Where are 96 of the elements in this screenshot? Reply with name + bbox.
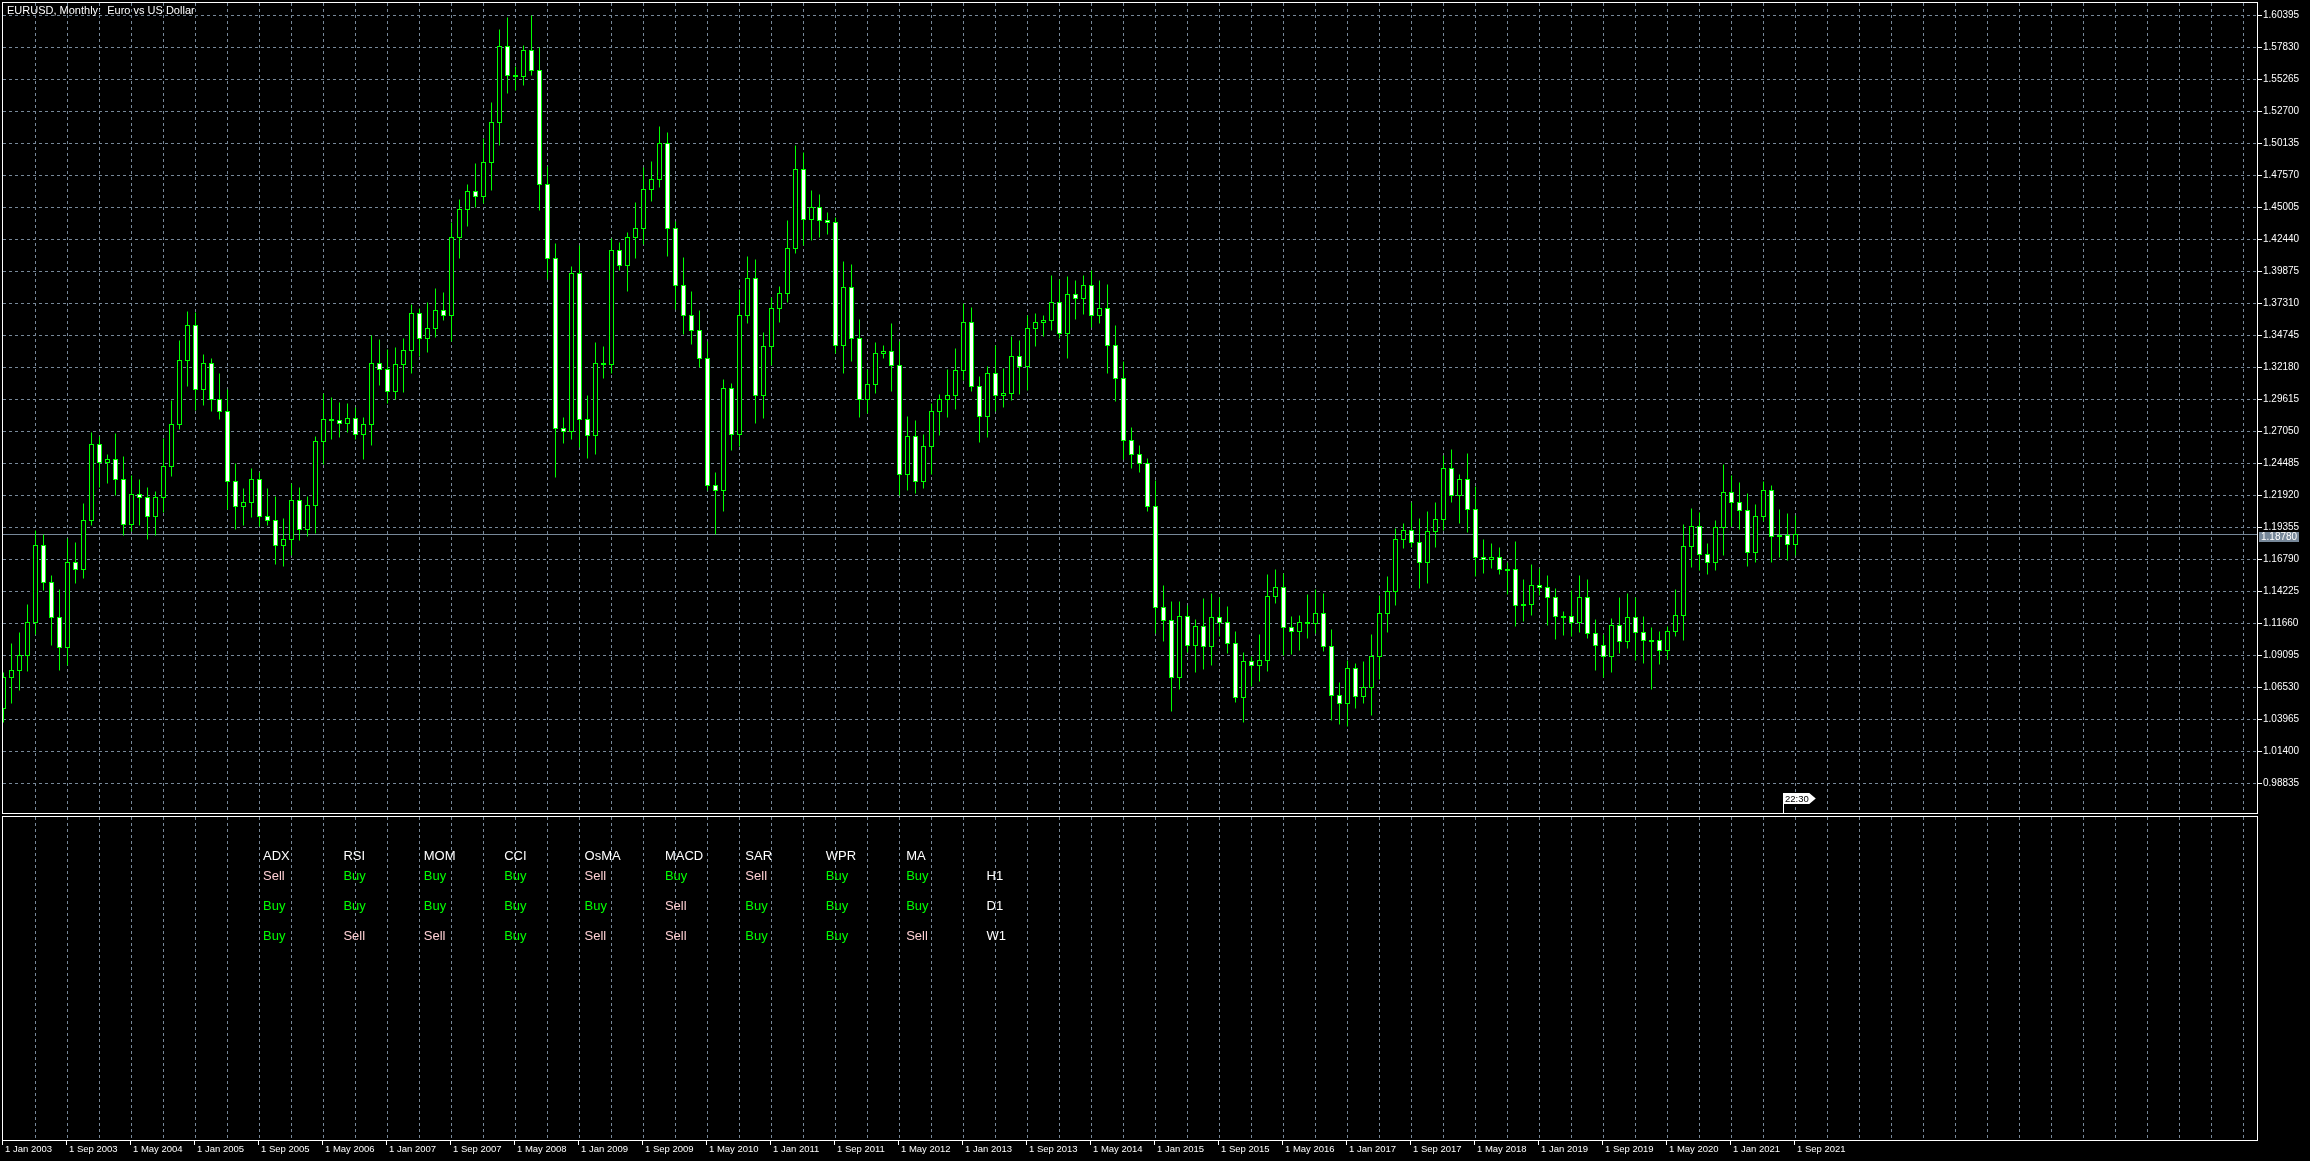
current-price-label: 1.18780 xyxy=(2259,532,2300,542)
timeframe-label: W1 xyxy=(986,928,1006,944)
signal-label: Buy xyxy=(825,928,849,944)
indicator-header: WPR xyxy=(825,848,857,864)
signal-label: Buy xyxy=(745,898,768,914)
time-axis-label: 1 Jan 2009 xyxy=(581,1142,628,1155)
signal-label: Sell xyxy=(664,928,687,944)
signal-label: Sell xyxy=(423,928,446,944)
time-axis-label: 1 Sep 2021 xyxy=(1797,1142,1846,1155)
indicator-header: OsMA xyxy=(584,848,621,864)
signal-label: Sell xyxy=(906,928,928,944)
signal-label: Sell xyxy=(745,868,768,884)
signal-label: Buy xyxy=(825,898,849,914)
price-axis-label: 1.03965 xyxy=(2263,714,2300,724)
time-axis-label: 1 May 2008 xyxy=(517,1142,567,1155)
time-axis-label: 1 May 2004 xyxy=(133,1142,183,1155)
indicator-header: SAR xyxy=(745,848,773,864)
time-axis-label: 1 Jan 2019 xyxy=(1541,1142,1588,1155)
price-axis-label: 1.34745 xyxy=(2263,330,2300,340)
time-axis-label: 1 Sep 2017 xyxy=(1413,1142,1462,1155)
price-axis-label: 1.45005 xyxy=(2263,202,2300,212)
signal-label: Sell xyxy=(664,898,687,914)
time-axis-label: 1 Jan 2021 xyxy=(1733,1142,1780,1155)
time-axis-label: 1 Sep 2009 xyxy=(645,1142,694,1155)
price-axis-label: 1.47570 xyxy=(2263,170,2300,180)
time-marker-label: 22:30 xyxy=(1783,793,1816,813)
signal-label: Buy xyxy=(504,898,527,914)
price-axis-label: 1.24485 xyxy=(2263,458,2300,468)
signal-label: Buy xyxy=(745,928,768,944)
price-axis-label: 1.37310 xyxy=(2263,298,2300,308)
indicator-header: MACD xyxy=(664,848,704,864)
indicator-header: MA xyxy=(906,848,926,864)
price-axis-label: 1.27050 xyxy=(2263,426,2300,436)
time-axis-label: 1 Sep 2013 xyxy=(1029,1142,1078,1155)
price-axis-label: 1.01400 xyxy=(2263,746,2300,756)
price-axis-label: 1.42440 xyxy=(2263,234,2300,244)
signal-label: Buy xyxy=(906,898,929,914)
price-axis-label: 1.32180 xyxy=(2263,362,2300,372)
time-axis-label: 1 May 2014 xyxy=(1093,1142,1143,1155)
time-axis-label: 1 Sep 2007 xyxy=(453,1142,502,1155)
time-axis-label: 1 May 2020 xyxy=(1669,1142,1719,1155)
price-axis-label: 1.39875 xyxy=(2263,266,2300,276)
price-axis-label: 1.29615 xyxy=(2263,394,2300,404)
indicator-header: CCI xyxy=(504,848,527,864)
price-axis-label: 1.50135 xyxy=(2263,138,2300,148)
signal-label: Buy xyxy=(343,898,366,914)
time-axis-label: 1 Jan 2015 xyxy=(1157,1142,1204,1155)
price-axis-label: 1.55265 xyxy=(2263,74,2300,84)
signal-label: Buy xyxy=(263,928,286,944)
signal-label: Buy xyxy=(584,898,607,914)
price-axis-label: 1.21920 xyxy=(2263,490,2300,500)
time-axis-label: 1 Jan 2013 xyxy=(965,1142,1012,1155)
price-axis-label: 1.09095 xyxy=(2263,650,2300,660)
time-axis-label: 1 May 2018 xyxy=(1477,1142,1527,1155)
price-axis-label: 1.06530 xyxy=(2263,682,2300,692)
signal-label: Buy xyxy=(423,898,447,914)
time-axis-label: 1 Sep 2019 xyxy=(1605,1142,1654,1155)
time-axis-label: 1 May 2012 xyxy=(901,1142,951,1155)
signal-label: Sell xyxy=(343,928,366,944)
time-axis-label: 1 Jan 2003 xyxy=(5,1142,52,1155)
timeframe-label: D1 xyxy=(986,898,1004,914)
signal-label: Buy xyxy=(825,868,849,884)
signal-label: Buy xyxy=(343,868,366,884)
price-axis-label: 0.98835 xyxy=(2263,778,2300,788)
time-axis-label: 1 Jan 2005 xyxy=(197,1142,244,1155)
time-axis-label: 1 May 2006 xyxy=(325,1142,375,1155)
time-axis-label: 1 May 2016 xyxy=(1285,1142,1335,1155)
time-axis-label: 1 Sep 2005 xyxy=(261,1142,310,1155)
signal-label: Buy xyxy=(423,868,447,884)
price-axis-label: 1.60395 xyxy=(2263,10,2300,20)
indicator-header: ADX xyxy=(263,848,290,864)
signal-label: Sell xyxy=(584,868,607,884)
price-axis-label: 1.16790 xyxy=(2263,554,2300,564)
price-axis-label: 1.11660 xyxy=(2263,618,2299,628)
chart-title: EURUSD, Monthly: Euro vs US Dollar xyxy=(7,4,195,17)
signal-label: Buy xyxy=(664,868,688,884)
signal-label: Sell xyxy=(263,868,285,884)
indicator-header: RSI xyxy=(343,848,366,864)
price-axis-label: 1.52700 xyxy=(2263,106,2300,116)
time-axis-label: 1 May 2010 xyxy=(709,1142,759,1155)
signal-label: Buy xyxy=(906,868,929,884)
signal-label: Buy xyxy=(263,898,286,914)
price-axis-label: 1.57830 xyxy=(2263,42,2300,52)
signal-label: Buy xyxy=(504,928,527,944)
indicator-header: MOM xyxy=(423,848,456,864)
time-axis-label: 1 Jan 2017 xyxy=(1349,1142,1396,1155)
timeframe-label: H1 xyxy=(986,868,1004,884)
time-axis-label: 1 Sep 2003 xyxy=(69,1142,118,1155)
time-axis-label: 1 Sep 2015 xyxy=(1221,1142,1270,1155)
signal-label: Sell xyxy=(584,928,607,944)
price-axis-label: 1.19355 xyxy=(2263,522,2300,532)
price-axis-label: 1.14225 xyxy=(2263,586,2300,596)
time-axis-label: 1 Sep 2011 xyxy=(837,1142,885,1155)
signal-label: Buy xyxy=(504,868,527,884)
time-axis-label: 1 Jan 2007 xyxy=(389,1142,436,1155)
time-axis-label: 1 Jan 2011 xyxy=(773,1142,820,1155)
